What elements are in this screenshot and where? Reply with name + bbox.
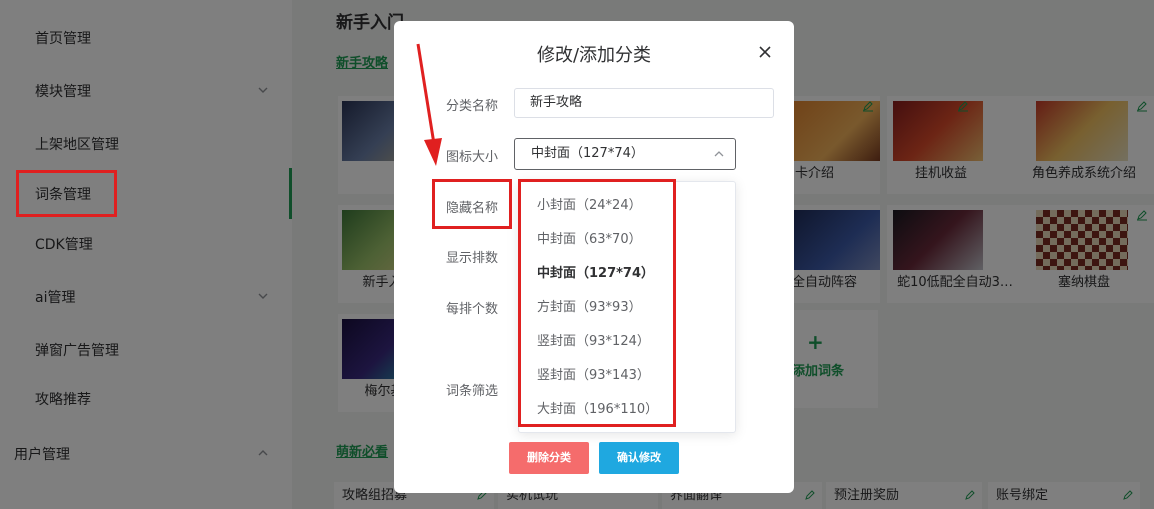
annotation-box: [16, 170, 117, 217]
close-icon[interactable]: [758, 45, 772, 59]
delete-category-button[interactable]: 删除分类: [509, 442, 589, 474]
edit-category-dialog: 修改/添加分类 分类名称 新手攻略 图标大小 中封面（127*74） 隐藏名称 …: [394, 21, 794, 493]
chevron-up-icon: [714, 151, 724, 157]
icon-size-select[interactable]: 中封面（127*74）: [514, 138, 736, 170]
dialog-title: 修改/添加分类: [536, 45, 652, 66]
label-per-row: 每排个数: [446, 302, 499, 317]
label-show-order: 显示排数: [446, 251, 499, 266]
label-icon-size: 图标大小: [446, 150, 499, 165]
category-name-input[interactable]: 新手攻略: [514, 88, 774, 118]
annotation-box: [518, 179, 676, 427]
annotation-arrow: [416, 43, 442, 166]
confirm-edit-button[interactable]: 确认修改: [599, 442, 679, 474]
label-entry-filter: 词条筛选: [446, 384, 499, 399]
label-category-name: 分类名称: [446, 99, 499, 114]
annotation-box: [432, 179, 512, 229]
